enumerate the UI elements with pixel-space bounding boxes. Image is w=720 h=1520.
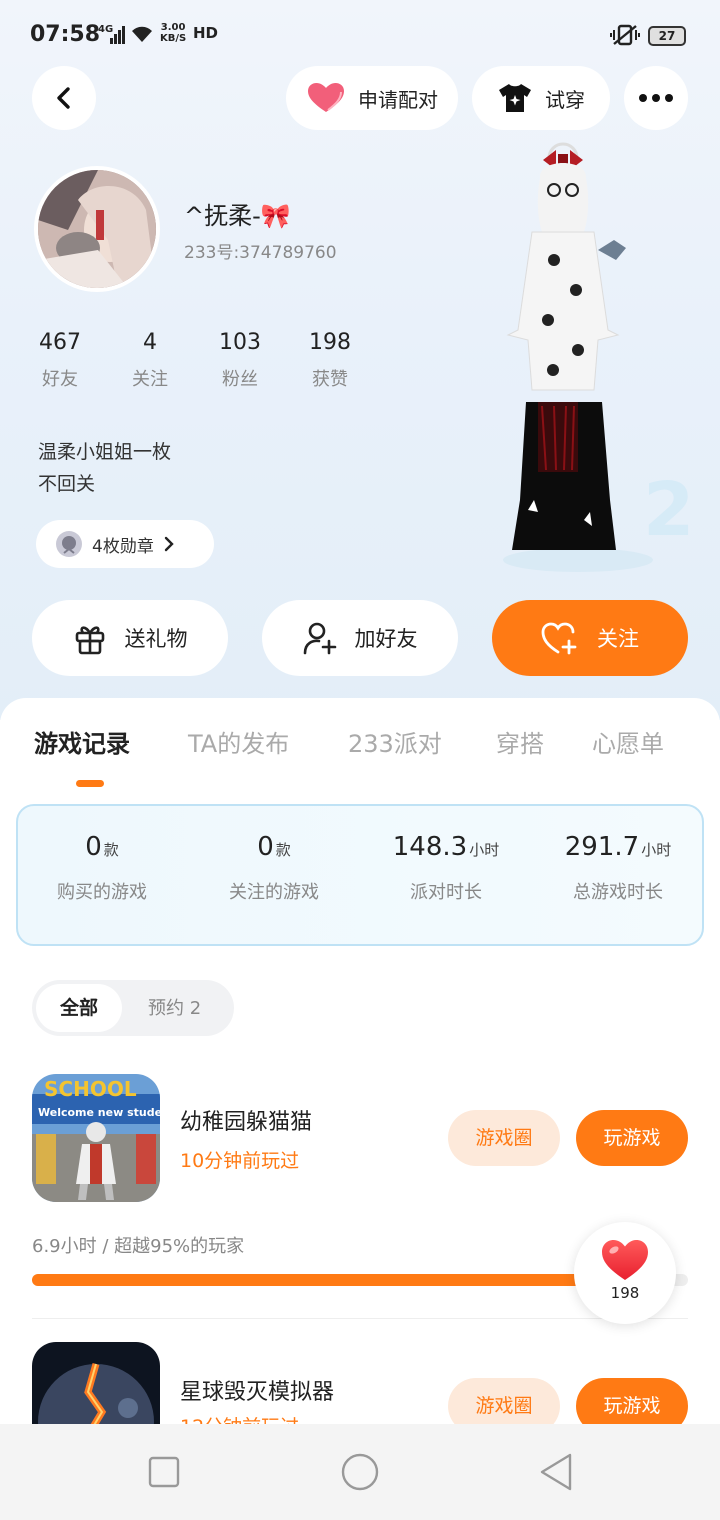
gs-unit: 小时 xyxy=(469,841,500,859)
send-gift-button[interactable]: 送礼物 xyxy=(32,600,228,676)
try-on-button[interactable]: 试穿 xyxy=(472,66,610,130)
playtime-summary: 6.9小时 / 超越95%的玩家 xyxy=(32,1236,245,1257)
vibrate-icon xyxy=(610,24,640,46)
stat-purchased-games[interactable]: 0款 购买的游戏 xyxy=(16,832,188,904)
game-title[interactable]: 幼稚园躲猫猫 xyxy=(180,1104,312,1136)
brand-233-watermark: 233 xyxy=(643,467,698,553)
gift-icon xyxy=(75,626,104,655)
avatar[interactable] xyxy=(34,166,160,292)
gs-label: 总游戏时长 xyxy=(573,882,663,903)
add-friend-button[interactable]: 加好友 xyxy=(262,600,458,676)
follow-button[interactable]: 关注 xyxy=(492,600,688,676)
game-circle-button[interactable]: 游戏圈 xyxy=(448,1110,560,1166)
gs-number: 0 xyxy=(257,832,274,862)
chevron-left-icon xyxy=(57,87,70,109)
stat-number: 4 xyxy=(143,330,157,355)
filter-reserved[interactable]: 预约 2 xyxy=(148,994,201,1020)
stat-label: 获赞 xyxy=(312,369,348,390)
like-count: 198 xyxy=(610,1284,640,1302)
gs-unit: 款 xyxy=(275,841,291,859)
heart-plus-icon xyxy=(541,622,577,655)
recent-apps-icon[interactable] xyxy=(148,1456,180,1488)
back-button[interactable] xyxy=(32,66,96,130)
hd-indicator: HD xyxy=(193,24,219,42)
follow-label: 关注 xyxy=(597,627,639,651)
match-label: 申请配对 xyxy=(358,87,438,112)
tab-bar: 游戏记录 TA的发布 233派对 穿搭 心愿单 xyxy=(0,724,720,764)
filter-all[interactable]: 全部 xyxy=(36,984,122,1032)
divider xyxy=(32,1318,688,1319)
medal-icon xyxy=(56,531,82,557)
bio-line: 温柔小姐姐一枚 xyxy=(38,441,172,463)
game-last-played: 10分钟前玩过 xyxy=(180,1150,300,1172)
stat-fans[interactable]: 103 粉丝 xyxy=(200,330,280,391)
gs-unit: 小时 xyxy=(641,841,672,859)
tab-wishlist[interactable]: 心愿单 xyxy=(592,724,664,759)
stat-party-hours[interactable]: 148.3 小时 派对时长 xyxy=(360,832,532,904)
avatar-photo xyxy=(38,170,156,288)
heart-icon xyxy=(308,83,344,112)
tshirt-icon xyxy=(499,84,531,112)
gs-number: 0 xyxy=(85,832,102,862)
speed-unit: KB/S xyxy=(160,33,187,44)
user-id: 233号:374789760 xyxy=(184,243,337,263)
gs-number: 291.7 xyxy=(564,832,640,862)
chevron-right-icon xyxy=(164,536,174,552)
gs-number: 148.3 xyxy=(392,832,468,862)
stat-following[interactable]: 4 关注 xyxy=(110,330,190,391)
signal-icon xyxy=(110,26,125,44)
playtime-progress-fill xyxy=(32,1274,656,1286)
game-icon-kindergarten[interactable]: SCHOOL Welcome new students xyxy=(32,1074,160,1202)
back-nav-icon[interactable] xyxy=(538,1452,574,1492)
medals-label: 4枚勋章 xyxy=(92,536,154,557)
stat-followed-games[interactable]: 0款 关注的游戏 xyxy=(188,832,360,904)
game-thumbnail: SCHOOL Welcome new students xyxy=(32,1074,160,1202)
tab-game-records[interactable]: 游戏记录 xyxy=(34,724,130,759)
game-title[interactable]: 星球毁灭模拟器 xyxy=(180,1374,334,1406)
medals-button[interactable]: 4枚勋章 xyxy=(36,520,214,568)
add-friend-label: 加好友 xyxy=(354,627,418,651)
battery-indicator: 27 xyxy=(648,26,686,46)
match-button[interactable]: 申请配对 xyxy=(286,66,458,130)
stat-number: 467 xyxy=(39,330,81,355)
status-bar: 07:58 4G 3.00 KB/S HD 27 xyxy=(0,0,720,70)
more-dots-icon xyxy=(639,94,673,102)
gs-label: 派对时长 xyxy=(410,882,482,903)
gs-label: 关注的游戏 xyxy=(229,882,319,903)
home-icon[interactable] xyxy=(340,1452,380,1492)
heart-icon xyxy=(602,1240,648,1280)
try-on-label: 试穿 xyxy=(545,87,585,112)
gs-unit: 款 xyxy=(103,841,119,859)
stat-label: 粉丝 xyxy=(222,369,258,390)
tab-indicator xyxy=(76,780,104,787)
stat-total-game-hours[interactable]: 291.7 小时 总游戏时长 xyxy=(532,832,704,904)
stat-label: 关注 xyxy=(132,369,168,390)
speed-value: 3.00 xyxy=(160,22,186,33)
stat-friends[interactable]: 467 好友 xyxy=(20,330,100,391)
send-gift-label: 送礼物 xyxy=(124,627,188,651)
status-time: 07:58 xyxy=(30,22,101,47)
tab-posts[interactable]: TA的发布 xyxy=(188,724,289,759)
bio-line: 不回关 xyxy=(38,473,96,495)
stat-number: 198 xyxy=(309,330,351,355)
add-user-icon xyxy=(303,622,336,655)
gs-label: 购买的游戏 xyxy=(57,882,147,903)
thumbnail-welcome-text: Welcome new students xyxy=(38,1106,160,1119)
network-speed: 3.00 KB/S xyxy=(160,22,186,44)
nickname: ^抚柔-🎀 xyxy=(184,202,291,230)
wifi-icon xyxy=(132,26,152,42)
tab-outfits[interactable]: 穿搭 xyxy=(496,724,544,759)
stat-number: 103 xyxy=(219,330,261,355)
bio: 温柔小姐姐一枚 不回关 xyxy=(38,436,171,500)
avatar-3d-figure[interactable]: 233 xyxy=(498,140,698,580)
stat-label: 好友 xyxy=(42,369,78,390)
like-button[interactable]: 198 xyxy=(574,1222,676,1324)
play-game-button[interactable]: 玩游戏 xyxy=(576,1110,688,1166)
more-button[interactable] xyxy=(624,66,688,130)
system-navigation-bar xyxy=(0,1424,720,1520)
thumbnail-school-text: SCHOOL xyxy=(44,1077,137,1101)
tab-party[interactable]: 233派对 xyxy=(348,724,442,759)
stat-likes[interactable]: 198 获赞 xyxy=(290,330,370,391)
